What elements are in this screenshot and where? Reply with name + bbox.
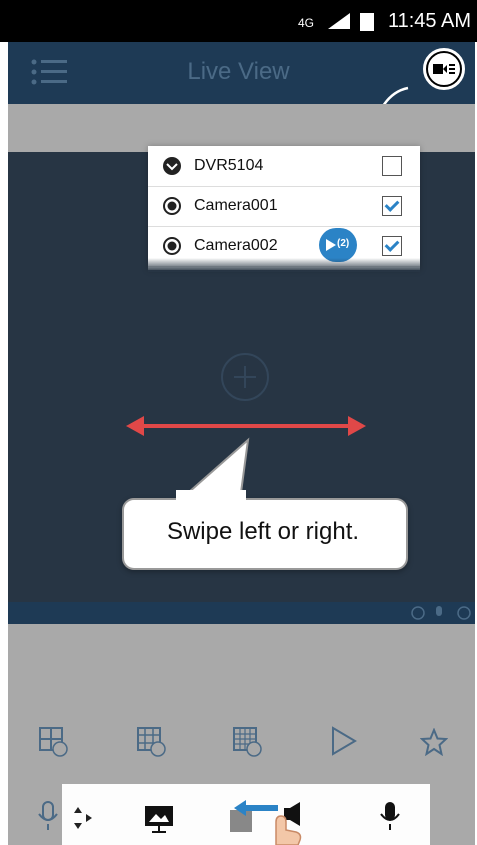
play-badge[interactable]: (2) — [319, 228, 357, 262]
hint-text: Swipe left or right. — [166, 518, 360, 545]
speaker-icon — [290, 802, 300, 826]
list-fade — [148, 258, 420, 272]
checkbox[interactable] — [382, 156, 402, 176]
controls-area — [8, 624, 475, 784]
device-list-panel: DVR5104 Camera001 Camera002 (2) — [148, 146, 420, 270]
device-list-button[interactable] — [419, 44, 469, 94]
talk-icon[interactable] — [378, 800, 402, 832]
panel-strip — [8, 602, 475, 624]
play-icon — [326, 239, 336, 251]
layout-16-icon[interactable] — [232, 726, 264, 758]
favorite-star-icon[interactable] — [420, 728, 448, 756]
snapshot-icon[interactable] — [143, 804, 175, 834]
rec-icon — [230, 810, 252, 832]
camera-icon — [163, 197, 181, 215]
zoom-icon — [411, 606, 425, 620]
4g-icon: 4G — [298, 16, 314, 30]
panel-strip-icons — [411, 606, 471, 620]
status-icons: 4G — [298, 13, 374, 31]
toolbar-strip — [8, 104, 475, 152]
list-item-label: DVR5104 — [194, 157, 264, 174]
list-item-dvr[interactable]: DVR5104 — [148, 146, 420, 187]
battery-icon — [360, 13, 374, 31]
chevron-down-icon[interactable] — [162, 156, 182, 176]
layout-4-icon[interactable] — [38, 726, 70, 758]
add-channel-icon[interactable] — [220, 352, 270, 402]
mic-icon[interactable] — [36, 800, 60, 832]
checkbox[interactable] — [382, 196, 402, 216]
ptz-control-icon[interactable] — [72, 805, 94, 831]
swipe-gesture-icon — [230, 800, 302, 845]
status-time: 11:45 AM — [387, 10, 471, 32]
layout-9-icon[interactable] — [136, 726, 168, 758]
camera-icon — [163, 237, 181, 255]
camera-list-icon — [433, 64, 443, 74]
play-icon[interactable] — [330, 726, 358, 756]
badge-count: (2) — [337, 238, 350, 249]
record-icon — [457, 606, 471, 620]
list-item-camera[interactable]: Camera001 — [148, 186, 420, 227]
checkbox[interactable] — [382, 236, 402, 256]
page-title: Live View — [187, 58, 290, 85]
mic-icon — [436, 606, 442, 616]
list-item-label: Camera002 — [194, 237, 278, 254]
signal-icon — [328, 13, 350, 29]
list-item-label: Camera001 — [194, 197, 278, 214]
